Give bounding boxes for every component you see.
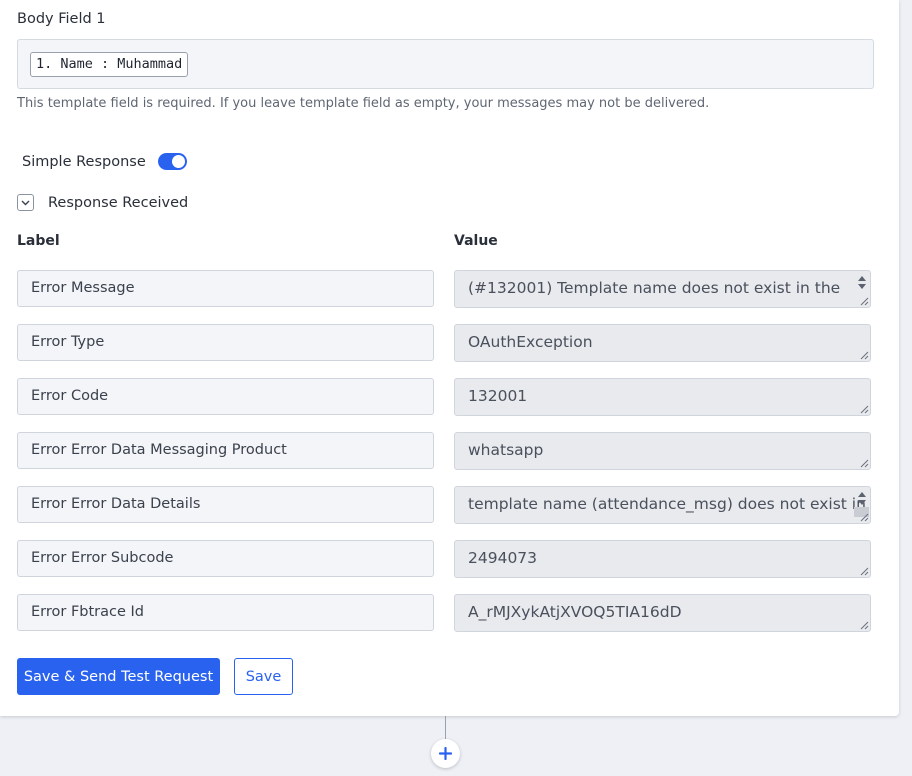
template-variable-chip[interactable]: 1. Name : Muhammad bbox=[30, 52, 189, 77]
body-field-helper-text: This template field is required. If you … bbox=[17, 96, 710, 111]
row-value-text: whatsapp bbox=[468, 441, 544, 459]
resize-handle-icon[interactable] bbox=[859, 566, 869, 576]
row-value-text: OAuthException bbox=[468, 333, 593, 351]
resize-handle-icon[interactable] bbox=[859, 296, 869, 306]
toggle-knob bbox=[171, 155, 185, 168]
row-value-error-code[interactable]: 132001 bbox=[454, 378, 871, 416]
resize-handle-icon[interactable] bbox=[859, 404, 869, 414]
row-value-text: 132001 bbox=[468, 387, 528, 405]
save-button[interactable]: Save bbox=[234, 658, 293, 695]
workflow-connector-line bbox=[445, 716, 446, 740]
plus-icon bbox=[439, 747, 452, 760]
row-value-text: 2494073 bbox=[468, 549, 538, 567]
row-value-error-data-messaging-product[interactable]: whatsapp bbox=[454, 432, 871, 470]
response-received-label: Response Received bbox=[48, 194, 189, 211]
save-and-send-test-request-button[interactable]: Save & Send Test Request bbox=[17, 658, 220, 695]
row-label-error-data-messaging-product[interactable]: Error Error Data Messaging Product bbox=[17, 432, 434, 469]
row-label-error-subcode[interactable]: Error Error Subcode bbox=[17, 540, 434, 577]
row-value-error-type[interactable]: OAuthException bbox=[454, 324, 871, 362]
add-step-button[interactable] bbox=[431, 739, 460, 768]
simple-response-row: Simple Response bbox=[22, 153, 187, 170]
row-label-error-type[interactable]: Error Type bbox=[17, 324, 434, 361]
row-label-error-code[interactable]: Error Code bbox=[17, 378, 434, 415]
body-field-input[interactable]: 1. Name : Muhammad bbox=[17, 39, 874, 89]
row-label-error-message[interactable]: Error Message bbox=[17, 270, 434, 307]
value-column-header: Value bbox=[454, 233, 498, 249]
body-field-title: Body Field 1 bbox=[17, 11, 106, 27]
label-column-header: Label bbox=[17, 233, 60, 249]
row-value-text: (#132001) Template name does not exist i… bbox=[468, 279, 841, 297]
row-value-text: A_rMJXykAtjXVOQ5TIA16dD bbox=[468, 603, 682, 621]
resize-handle-icon[interactable] bbox=[859, 350, 869, 360]
row-label-error-data-details[interactable]: Error Error Data Details bbox=[17, 486, 434, 523]
resize-handle-icon[interactable] bbox=[859, 512, 869, 522]
simple-response-label: Simple Response bbox=[22, 153, 146, 170]
row-label-error-fbtrace-id[interactable]: Error Fbtrace Id bbox=[17, 594, 434, 631]
row-value-text: template name (attendance_msg) does not … bbox=[468, 495, 866, 513]
chevron-down-icon[interactable] bbox=[17, 194, 34, 211]
row-value-error-data-details[interactable]: template name (attendance_msg) does not … bbox=[454, 486, 871, 524]
resize-handle-icon[interactable] bbox=[859, 458, 869, 468]
row-value-error-subcode[interactable]: 2494073 bbox=[454, 540, 871, 578]
step-card: Body Field 1 1. Name : Muhammad This tem… bbox=[0, 0, 899, 716]
response-received-row[interactable]: Response Received bbox=[17, 194, 188, 211]
row-value-error-fbtrace-id[interactable]: A_rMJXykAtjXVOQ5TIA16dD bbox=[454, 594, 871, 632]
simple-response-toggle[interactable] bbox=[157, 153, 187, 170]
resize-handle-icon[interactable] bbox=[859, 620, 869, 630]
row-value-error-message[interactable]: (#132001) Template name does not exist i… bbox=[454, 270, 871, 308]
